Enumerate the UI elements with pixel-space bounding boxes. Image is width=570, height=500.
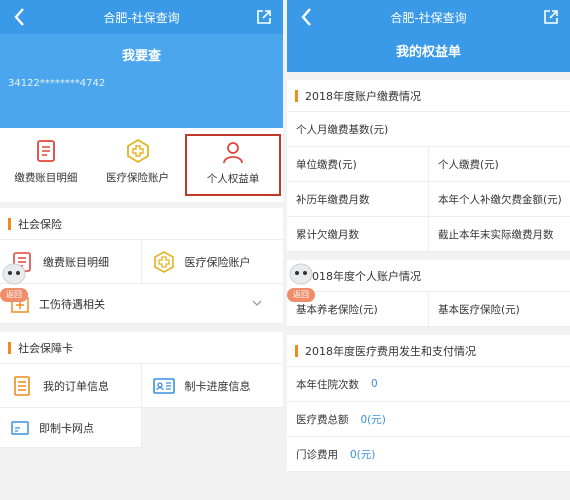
- section-title-text: 2018年度医疗费用发生和支付情况: [305, 344, 476, 358]
- quick-label: 个人权益单: [206, 173, 260, 185]
- security-card-grid: 我的订单信息 制卡进度信息: [0, 364, 283, 408]
- title-bar: 合肥-社保查询: [0, 0, 283, 34]
- menu-item-card-progress[interactable]: 制卡进度信息: [141, 364, 283, 408]
- medical-cross-icon: [126, 138, 149, 164]
- menu-item-orders[interactable]: 我的订单信息: [0, 364, 142, 408]
- table-cell: 截止本年末实际缴费月数: [428, 217, 570, 251]
- left-phone-screen: 合肥-社保查询 我要查 34122********4742 缴费账目明细 医疗保…: [0, 0, 283, 500]
- table-cell: 累计欠缴月数: [296, 228, 359, 241]
- section-title-account-payment: 2018年度账户缴费情况: [287, 80, 570, 112]
- table-cell: 补历年缴费月数: [296, 193, 370, 206]
- menu-label: 缴费账目明细: [43, 255, 109, 269]
- section-divider: [287, 72, 570, 80]
- menu-item-medical[interactable]: 医疗保险账户: [141, 240, 283, 284]
- title-bar: 合肥-社保查询: [287, 0, 570, 34]
- section-title-text: 2018年度账户缴费情况: [305, 89, 421, 103]
- table-row: 累计欠缴月数 截止本年末实际缴费月数: [287, 217, 570, 252]
- page-title: 我的权益单: [287, 34, 570, 72]
- menu-label: 工伤待遇相关: [39, 297, 105, 311]
- section-title-security-card: 社会保障卡: [0, 332, 283, 364]
- section-title-social-insurance: 社会保险: [0, 208, 283, 240]
- row-value: 0(元): [360, 413, 386, 426]
- table-row: 个人月缴费基数(元): [287, 112, 570, 147]
- table-row: 补历年缴费月数 本年个人补缴欠费金额(元): [287, 182, 570, 217]
- section-divider: [0, 324, 283, 332]
- menu-label: 即制卡网点: [39, 421, 94, 435]
- table-cell: 个人月缴费基数(元): [296, 123, 389, 136]
- quick-medical-button[interactable]: 医疗保险账户: [92, 128, 184, 202]
- table-cell: 本年个人补缴欠费金额(元): [428, 182, 570, 216]
- table-cell: 个人缴费(元): [428, 147, 570, 181]
- person-icon: [223, 142, 244, 164]
- table-row: 基本养老保险(元) 基本医疗保险(元): [287, 292, 570, 327]
- row-label: 医疗费总额: [296, 413, 349, 426]
- row-label: 门诊费用: [296, 448, 338, 461]
- floating-back-widget[interactable]: 返回: [287, 262, 317, 302]
- menu-label: 制卡进度信息: [184, 379, 251, 393]
- quick-label: 医疗保险账户: [106, 172, 169, 184]
- floating-back-widget[interactable]: 返回: [0, 262, 30, 302]
- section-accent-bar: [8, 341, 11, 354]
- row-value: 0(元): [350, 448, 376, 461]
- row-label: 本年住院次数: [296, 378, 359, 391]
- table-row: 医疗费总额 0(元): [287, 402, 570, 437]
- id-card-icon: [152, 377, 175, 394]
- share-icon[interactable]: [255, 8, 273, 26]
- card-icon: [11, 420, 29, 435]
- table-cell: 单位缴费(元): [296, 158, 357, 171]
- window-title: 合肥-社保查询: [390, 11, 467, 25]
- section-title-personal-account: 2018年度个人账户情况: [287, 260, 570, 292]
- ledger-icon: [36, 140, 55, 162]
- floating-back-label: 返回: [287, 288, 315, 302]
- share-icon[interactable]: [542, 8, 560, 26]
- section-title-text: 2018年度个人账户情况: [305, 269, 421, 283]
- section-accent-bar: [295, 344, 298, 357]
- quick-label: 缴费账目明细: [14, 172, 78, 184]
- table-row: 单位缴费(元) 个人缴费(元): [287, 147, 570, 182]
- section-title-medical-expenses: 2018年度医疗费用发生和支付情况: [287, 335, 570, 367]
- quick-rights-button[interactable]: 个人权益单: [185, 134, 282, 196]
- table-cell: 门诊费用 0(元): [287, 437, 570, 471]
- row-value: 0: [371, 378, 378, 390]
- page-title: 我要查: [121, 49, 161, 64]
- menu-label: 我的订单信息: [43, 379, 109, 393]
- section-title-text: 社会保险: [18, 217, 62, 231]
- table-cell: 医疗费总额 0(元): [287, 402, 570, 436]
- section-accent-bar: [8, 217, 11, 230]
- table-cell: 基本医疗保险(元): [428, 292, 570, 326]
- chevron-down-icon: [252, 300, 262, 306]
- robot-icon: [2, 263, 26, 285]
- quick-ledger-button[interactable]: 缴费账目明细: [0, 128, 92, 202]
- table-row: 本年住院次数 0: [287, 367, 570, 402]
- social-insurance-grid: 缴费账目明细 医疗保险账户: [0, 240, 283, 284]
- menu-label: 医疗保险账户: [184, 255, 251, 269]
- right-phone-screen: 合肥-社保查询 我的权益单 2018年度账户缴费情况 个人月缴费基数(元) 单位…: [287, 0, 570, 500]
- table-row: 门诊费用 0(元): [287, 437, 570, 472]
- menu-item-card-outlets[interactable]: 即制卡网点: [0, 408, 142, 448]
- section-title-text: 社会保障卡: [18, 341, 73, 355]
- document-icon: [14, 375, 30, 396]
- hero-banner: 我要查 34122********4742: [0, 34, 283, 128]
- masked-id-number: 34122********4742: [8, 78, 106, 89]
- section-accent-bar: [295, 89, 298, 102]
- window-title: 合肥-社保查询: [103, 11, 180, 25]
- robot-icon: [289, 263, 313, 285]
- medical-cross-icon: [153, 250, 174, 273]
- section-divider: [287, 327, 570, 335]
- floating-back-label: 返回: [0, 288, 28, 302]
- menu-item-injury[interactable]: 工伤待遇相关: [0, 284, 283, 324]
- section-divider: [287, 252, 570, 260]
- quick-actions: 缴费账目明细 医疗保险账户 个人权益单: [0, 128, 283, 202]
- table-cell: 本年住院次数 0: [287, 367, 570, 401]
